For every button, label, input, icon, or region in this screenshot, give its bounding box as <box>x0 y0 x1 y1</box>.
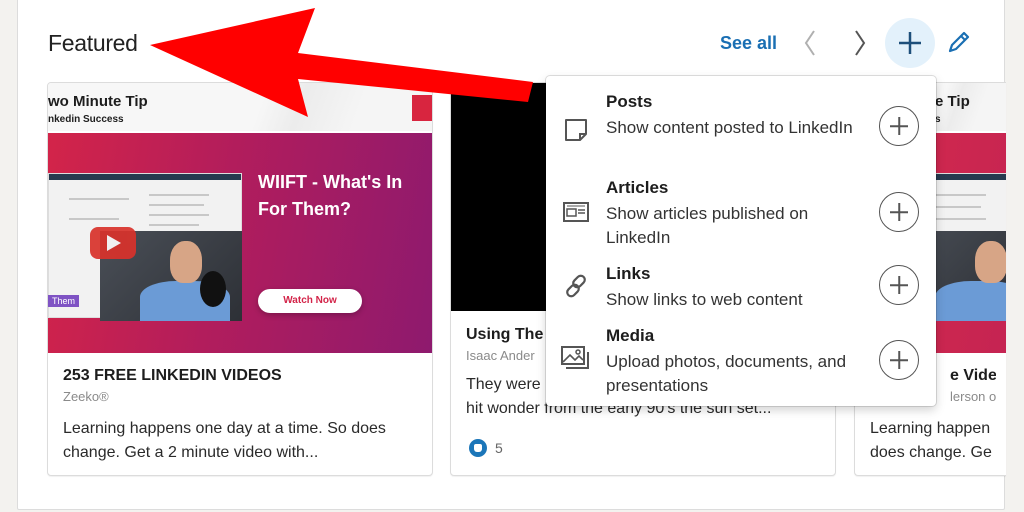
dropdown-item-description: Show content posted to LinkedIn <box>606 118 853 137</box>
thumb-red-tag <box>412 95 432 121</box>
thumb-tip-title: wo Minute Tip <box>48 93 148 110</box>
dropdown-item-label: Posts <box>606 92 653 111</box>
chevron-right-icon[interactable] <box>848 27 872 59</box>
thumb-headline-line: WIIFT - What's In <box>258 172 403 192</box>
dropdown-item-label: Links <box>606 264 651 283</box>
plus-icon <box>899 32 921 54</box>
dropdown-item-description: Upload photos, documents, and presentati… <box>606 352 847 395</box>
reactions[interactable]: 5 <box>469 439 503 457</box>
card-subtitle: Zeeko® <box>63 389 109 404</box>
add-circle-icon[interactable] <box>879 265 919 305</box>
pencil-icon[interactable] <box>945 28 973 56</box>
dropdown-item-label: Media <box>606 326 655 345</box>
dropdown-item-label: Articles <box>606 178 669 197</box>
thumb-headline: WIIFT - What's In For Them? <box>258 169 402 223</box>
article-icon <box>563 202 589 222</box>
section-title: Featured <box>48 30 138 56</box>
dropdown-item-description: Show articles published on LinkedIn <box>606 204 809 247</box>
dropdown-item-articles[interactable]: Articles Show articles published on Link… <box>546 178 936 256</box>
dropdown-item-description: Show links to web content <box>606 290 803 309</box>
link-icon <box>566 274 586 298</box>
card-description-line: does change. Ge <box>870 444 992 461</box>
add-featured-dropdown: Posts Show content posted to LinkedIn Ar… <box>546 76 936 406</box>
add-circle-icon[interactable] <box>879 192 919 232</box>
featured-card[interactable]: wo Minute Tip nkedin Success Them WIIFT … <box>47 82 433 476</box>
like-icon <box>469 439 487 457</box>
add-circle-icon[interactable] <box>879 106 919 146</box>
thumb-tip-subtitle: nkedin Success <box>48 114 124 125</box>
add-circle-icon[interactable] <box>879 340 919 380</box>
dropdown-item-posts[interactable]: Posts Show content posted to LinkedIn <box>546 92 936 170</box>
chevron-left-icon[interactable] <box>798 27 822 59</box>
thumb-headline-line: For Them? <box>258 199 351 219</box>
add-featured-button[interactable] <box>885 18 935 68</box>
card-description-line: Learning happen <box>870 420 991 437</box>
media-icon <box>561 346 589 369</box>
card-description: Learning happens one day at a time. So d… <box>63 420 386 461</box>
thumb-tip-title: e Tip <box>935 93 970 110</box>
dropdown-item-media[interactable]: Media Upload photos, documents, and pres… <box>546 326 936 404</box>
reaction-count: 5 <box>495 440 503 456</box>
dropdown-item-links[interactable]: Links Show links to web content <box>546 264 936 318</box>
card-thumbnail: wo Minute Tip nkedin Success Them WIIFT … <box>48 83 432 353</box>
watch-now-button: Watch Now <box>258 289 362 313</box>
thumb-tag: Them <box>48 295 80 307</box>
post-icon <box>565 119 587 141</box>
card-title: 253 FREE LINKEDIN VIDEOS <box>63 367 282 384</box>
play-icon <box>90 227 136 259</box>
see-all-link[interactable]: See all <box>720 33 777 54</box>
card-description: Learning happen does change. Ge <box>870 417 996 465</box>
